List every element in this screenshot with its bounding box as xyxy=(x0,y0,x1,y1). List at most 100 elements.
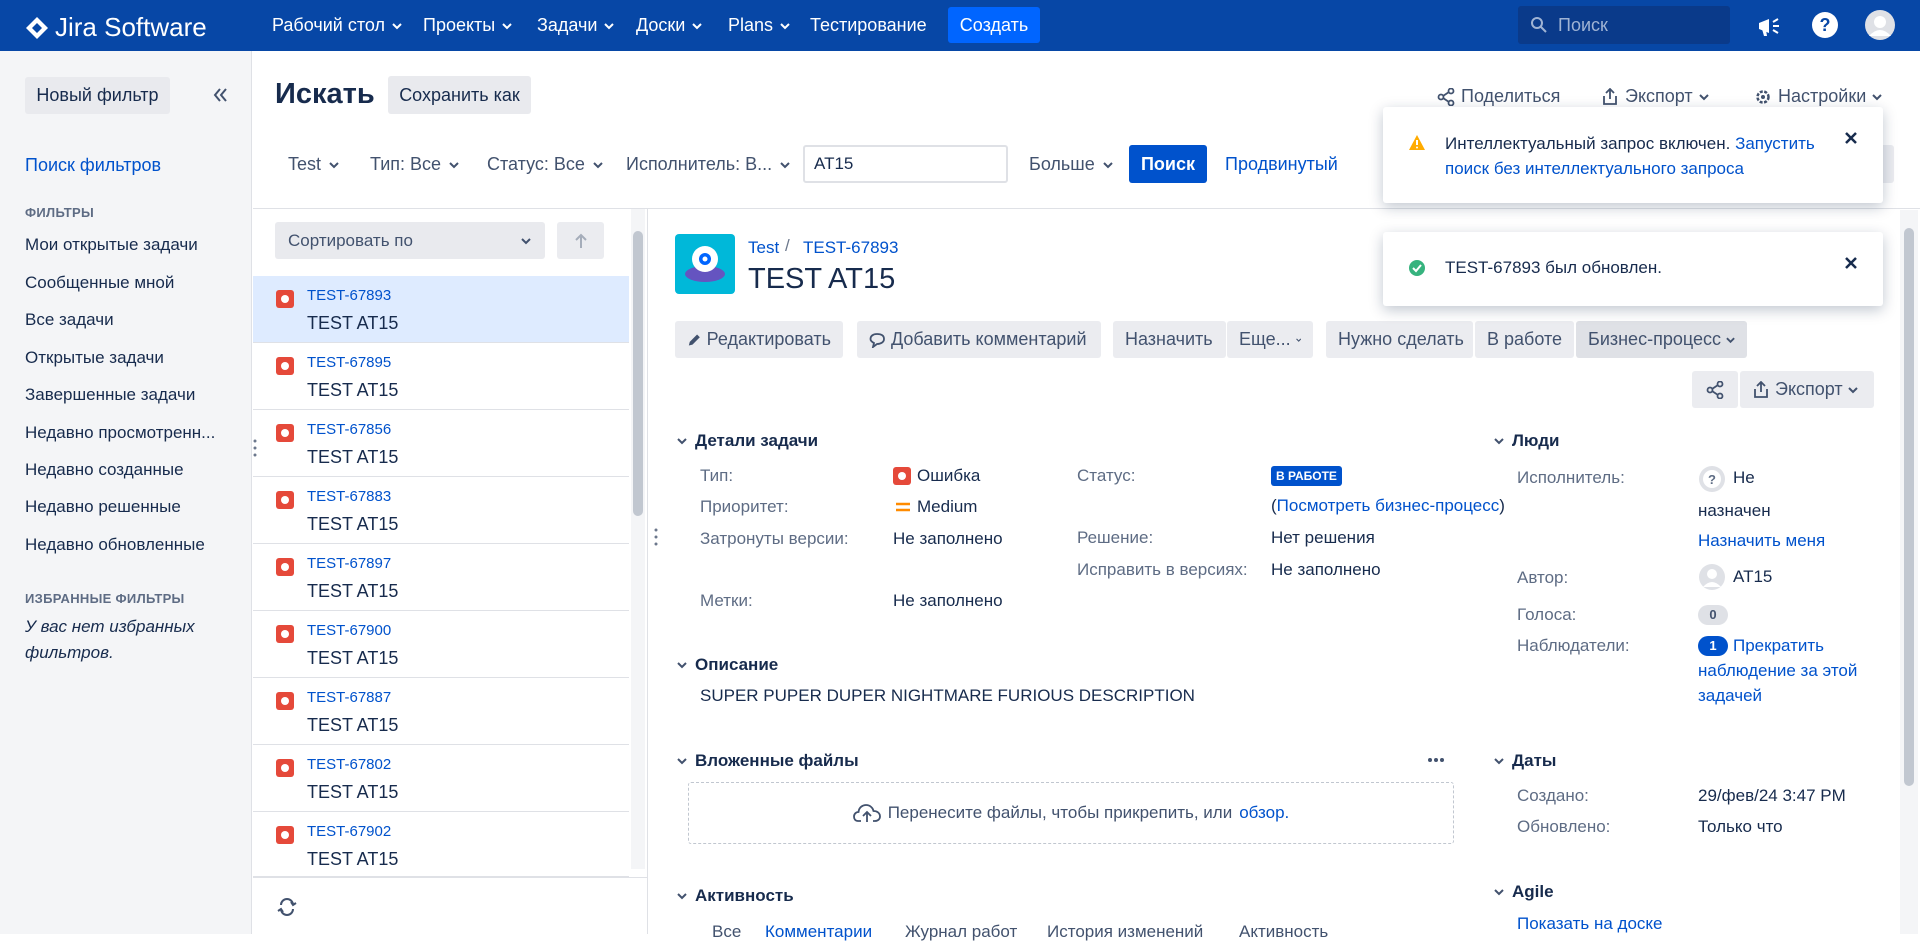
stop-watching-link-line2[interactable]: наблюдение за этой xyxy=(1698,661,1857,681)
search-input[interactable]: Поиск xyxy=(1518,6,1730,44)
filter-recently-updated[interactable]: Недавно обновленные xyxy=(25,535,205,555)
resize-handle-icon[interactable] xyxy=(252,438,258,458)
more-options-icon[interactable] xyxy=(1427,757,1445,763)
detail-scrollbar[interactable] xyxy=(1900,210,1918,934)
votes-count[interactable]: 0 xyxy=(1698,605,1728,625)
filter-done-issues[interactable]: Завершенные задачи xyxy=(25,385,195,405)
nav-boards[interactable]: Доски xyxy=(636,15,703,36)
nav-projects[interactable]: Проекты xyxy=(423,15,512,36)
attachments-section-header[interactable]: Вложенные файлы xyxy=(676,751,859,771)
text-search-input[interactable] xyxy=(803,145,1008,183)
settings-button[interactable]: Настройки xyxy=(1754,86,1882,107)
description-text[interactable]: SUPER PUPER DUPER NIGHTMARE FURIOUS DESC… xyxy=(700,686,1195,706)
activity-tab-activity[interactable]: Активность xyxy=(1239,922,1328,942)
activity-tab-comments[interactable]: Комментарии xyxy=(765,922,872,942)
filter-recently-created[interactable]: Недавно созданные xyxy=(25,460,184,480)
watchers-count[interactable]: 1 xyxy=(1698,636,1728,656)
more-actions-button[interactable]: Еще... xyxy=(1227,321,1313,358)
details-section-header[interactable]: Детали задачи xyxy=(676,431,818,451)
activity-tab-history[interactable]: История изменений xyxy=(1047,922,1203,942)
issue-list-item[interactable]: TEST-67893 TEST AT15 xyxy=(253,276,629,343)
in-progress-transition-button[interactable]: В работе xyxy=(1475,321,1574,358)
project-filter[interactable]: Test xyxy=(288,154,339,175)
advanced-search-link[interactable]: Продвинутый xyxy=(1225,154,1338,175)
filter-my-open[interactable]: Мои открытые задачи xyxy=(25,235,198,255)
export-label: Экспорт xyxy=(1775,379,1843,399)
run-without-smart-query-link[interactable]: Запустить xyxy=(1735,134,1815,153)
megaphone-icon[interactable] xyxy=(1755,12,1783,40)
export-issue-button[interactable]: Экспорт xyxy=(1740,371,1874,408)
assign-button[interactable]: Назначить xyxy=(1113,321,1226,358)
issue-list-item[interactable]: TEST-67900 TEST AT15 xyxy=(253,611,629,678)
jira-logo[interactable]: Jira Software xyxy=(25,12,207,43)
save-as-button[interactable]: Сохранить как xyxy=(388,76,531,114)
status-filter[interactable]: Статус: Все xyxy=(487,154,603,175)
refresh-icon[interactable] xyxy=(277,897,297,917)
agile-section-header[interactable]: Agile xyxy=(1493,882,1554,902)
reporter-value[interactable]: AT15 xyxy=(1733,567,1772,587)
priority-label: Приоритет: xyxy=(700,497,789,516)
collapse-sidebar-icon[interactable] xyxy=(212,87,228,103)
activity-tab-worklog[interactable]: Журнал работ xyxy=(905,922,1017,942)
new-filter-button[interactable]: Новый фильтр xyxy=(25,77,170,114)
nav-dashboard[interactable]: Рабочий стол xyxy=(272,15,402,36)
issue-list-item[interactable]: TEST-67887 TEST AT15 xyxy=(253,678,629,745)
bug-icon xyxy=(276,357,294,375)
workflow-button[interactable]: Бизнес-процесс xyxy=(1576,321,1747,358)
activity-section-header[interactable]: Активность xyxy=(676,886,794,906)
scrollbar-thumb[interactable] xyxy=(633,231,643,516)
issue-list-item[interactable]: TEST-67802 TEST AT15 xyxy=(253,745,629,812)
issue-list-item[interactable]: TEST-67895 TEST AT15 xyxy=(253,343,629,410)
stop-watching-link[interactable]: Прекратить xyxy=(1733,636,1824,656)
todo-transition-button[interactable]: Нужно сделать xyxy=(1326,321,1473,358)
scrollbar-thumb[interactable] xyxy=(1904,228,1914,786)
show-on-board-link[interactable]: Показать на доске xyxy=(1517,914,1663,934)
bug-icon xyxy=(276,625,294,643)
people-section-header[interactable]: Люди xyxy=(1493,431,1559,451)
assign-to-me-link[interactable]: Назначить меня xyxy=(1698,531,1825,551)
find-filters-link[interactable]: Поиск фильтров xyxy=(25,155,161,176)
issue-list-item[interactable]: TEST-67883 TEST AT15 xyxy=(253,477,629,544)
stop-watching-link-line3[interactable]: задачей xyxy=(1698,686,1762,706)
issue-list-item[interactable]: TEST-67856 TEST AT15 xyxy=(253,410,629,477)
breadcrumb-issue-key[interactable]: TEST-67893 xyxy=(803,238,898,258)
dates-section-header[interactable]: Даты xyxy=(1493,751,1556,771)
sort-direction-button[interactable] xyxy=(557,222,604,259)
resize-handle-icon[interactable] xyxy=(653,527,659,547)
more-filter[interactable]: Больше xyxy=(1029,154,1113,175)
sort-select[interactable]: Сортировать по xyxy=(275,222,545,259)
export-button[interactable]: Экспорт xyxy=(1601,86,1709,107)
close-icon[interactable] xyxy=(1844,131,1858,145)
edit-button[interactable]: Редактировать xyxy=(675,321,843,358)
search-button[interactable]: Поиск xyxy=(1129,145,1207,183)
issue-list-item[interactable]: TEST-67897 TEST AT15 xyxy=(253,544,629,611)
resolution-label: Решение: xyxy=(1077,528,1154,547)
view-workflow-link[interactable]: Посмотреть бизнес-процесс xyxy=(1277,496,1500,515)
filter-recently-resolved[interactable]: Недавно решенные xyxy=(25,497,181,517)
add-comment-button[interactable]: Добавить комментарий xyxy=(857,321,1101,358)
list-scrollbar[interactable] xyxy=(631,209,645,869)
activity-tab-all[interactable]: Все xyxy=(712,922,741,942)
nav-plans[interactable]: Plans xyxy=(728,15,790,36)
nav-issues[interactable]: Задачи xyxy=(537,15,615,36)
browse-link[interactable]: обзор. xyxy=(1239,803,1289,823)
close-icon[interactable] xyxy=(1844,256,1858,270)
share-issue-button[interactable] xyxy=(1692,371,1738,408)
type-filter[interactable]: Тип: Все xyxy=(370,154,459,175)
run-without-smart-query-link-2[interactable]: поиск без интеллектуального запроса xyxy=(1445,159,1744,178)
filter-all-issues[interactable]: Все задачи xyxy=(25,310,114,330)
create-button[interactable]: Создать xyxy=(948,7,1040,43)
breadcrumb-project[interactable]: Test xyxy=(748,238,779,258)
filter-recently-viewed[interactable]: Недавно просмотренн... xyxy=(25,423,215,443)
help-icon[interactable]: ? xyxy=(1811,11,1839,39)
share-button[interactable]: Поделиться xyxy=(1437,86,1560,107)
avatar-icon[interactable] xyxy=(1865,10,1895,40)
filter-open-issues[interactable]: Открытые задачи xyxy=(25,348,164,368)
issue-title[interactable]: TEST AT15 xyxy=(748,263,895,296)
filter-reported-by-me[interactable]: Сообщенные мной xyxy=(25,273,174,293)
issue-list-item[interactable]: TEST-67902 TEST AT15 xyxy=(253,812,629,877)
nav-testing[interactable]: Тестирование xyxy=(810,15,927,36)
description-section-header[interactable]: Описание xyxy=(676,655,778,675)
assignee-filter[interactable]: Исполнитель: В... xyxy=(626,154,790,175)
attachment-dropzone[interactable]: Перенесите файлы, чтобы прикрепить, или … xyxy=(688,782,1454,844)
